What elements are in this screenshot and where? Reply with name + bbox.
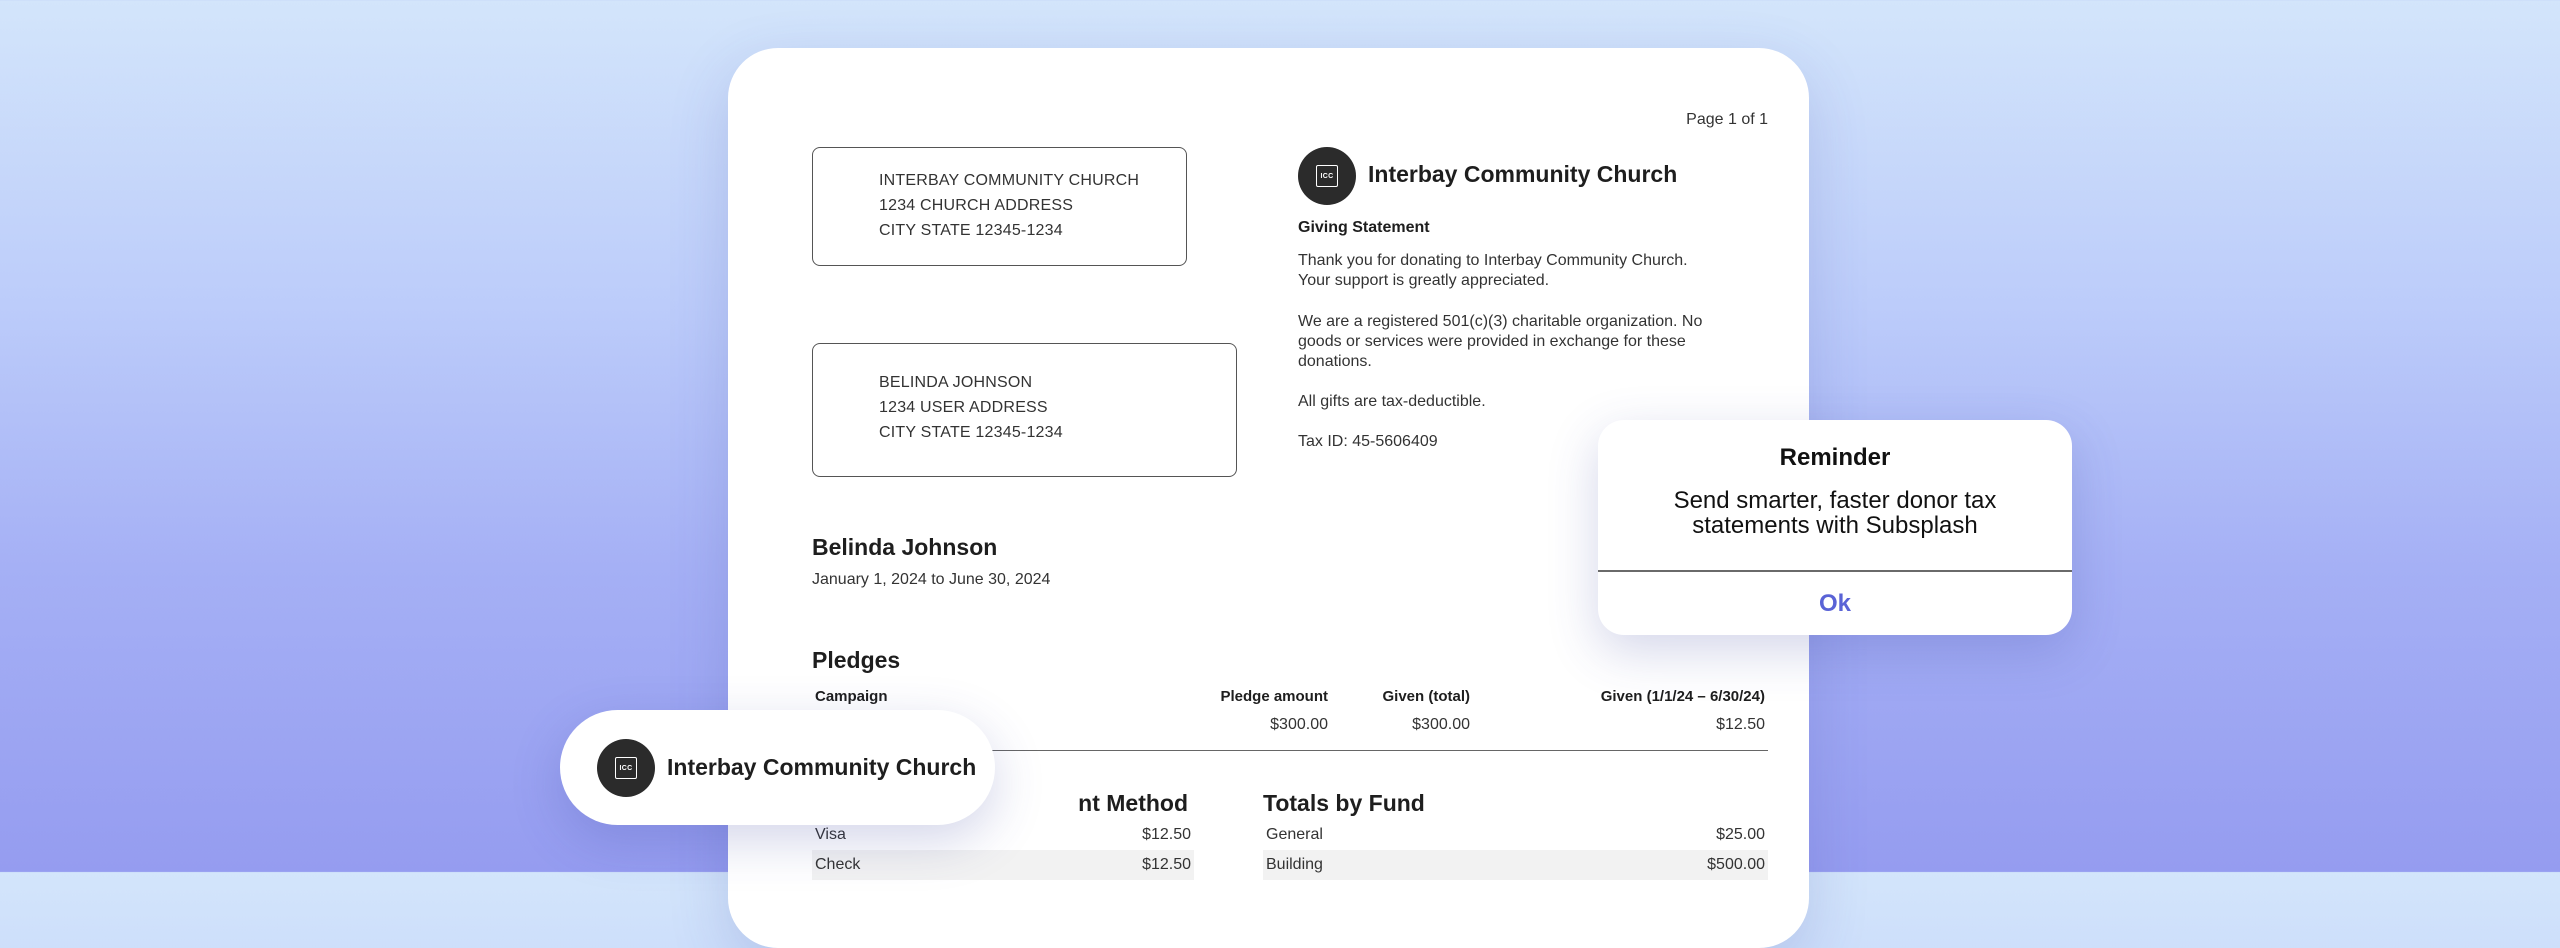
totals-by-method-heading: nt Method [1078, 790, 1188, 816]
church-logo-mark: ICC [615, 757, 637, 779]
given-period-cell: $12.50 [1716, 716, 1765, 733]
tax-deductible-text: All gifts are tax-deductible. [1298, 393, 1486, 410]
thank-you-text: Thank you for donating to Interbay Commu… [1298, 252, 1688, 289]
pledges-column-header: Campaign [815, 688, 888, 705]
donor-name: Belinda Johnson [812, 534, 998, 560]
sender-address-line: CITY STATE 12345-1234 [879, 222, 1063, 239]
pledges-heading: Pledges [812, 647, 901, 673]
reminder-dialog: Reminder Send smarter, faster donor tax … [1598, 420, 2072, 635]
totals-by-fund-heading: Totals by Fund [1263, 790, 1425, 816]
recipient-address-box: BELINDA JOHNSON 1234 USER ADDRESS CITY S… [812, 343, 1237, 477]
sender-address-line: 1234 CHURCH ADDRESS [879, 197, 1074, 214]
church-logo-mark: ICC [1316, 165, 1338, 187]
church-logo: ICC [1298, 147, 1356, 205]
church-name: Interbay Community Church [1368, 161, 1678, 187]
fund-row: General $25.00 [1263, 820, 1768, 850]
pledges-column-header: Given (1/1/24 – 6/30/24) [1600, 688, 1765, 705]
fund-row: Building $500.00 [1263, 850, 1768, 880]
method-label: Visa [815, 826, 846, 843]
fund-label: General [1266, 826, 1323, 843]
sender-address-box: INTERBAY COMMUNITY CHURCH 1234 CHURCH AD… [812, 147, 1187, 266]
fund-label: Building [1266, 856, 1323, 873]
pledges-column-header: Pledge amount [1220, 688, 1328, 705]
pledges-column-header: Given (total) [1382, 688, 1470, 705]
ok-button[interactable]: Ok [1598, 572, 2072, 635]
page-number: Page 1 of 1 [1686, 111, 1768, 128]
method-amount: $12.50 [1142, 826, 1191, 843]
church-logo: ICC [597, 739, 655, 797]
method-row: Check $12.50 [812, 850, 1194, 880]
recipient-address-line: CITY STATE 12345-1234 [879, 424, 1063, 441]
recipient-address-line: BELINDA JOHNSON [879, 374, 1033, 391]
fund-amount: $500.00 [1707, 856, 1765, 873]
method-amount: $12.50 [1142, 856, 1191, 873]
reminder-message: Send smarter, faster donor tax statement… [1673, 487, 1997, 539]
reminder-title: Reminder [1779, 444, 1891, 471]
statement-title: Giving Statement [1298, 219, 1430, 236]
church-badge-name: Interbay Community Church [667, 754, 977, 780]
statement-date-range: January 1, 2024 to June 30, 2024 [812, 571, 1051, 588]
pledge-amount-cell: $300.00 [1270, 716, 1328, 733]
given-total-cell: $300.00 [1412, 716, 1470, 733]
sender-address-line: INTERBAY COMMUNITY CHURCH [879, 172, 1140, 189]
charity-notice-text: We are a registered 501(c)(3) charitable… [1298, 313, 1703, 370]
fund-amount: $25.00 [1716, 826, 1765, 843]
recipient-address-line: 1234 USER ADDRESS [879, 399, 1048, 416]
method-label: Check [815, 856, 861, 873]
church-badge: ICC Interbay Community Church [560, 710, 995, 825]
